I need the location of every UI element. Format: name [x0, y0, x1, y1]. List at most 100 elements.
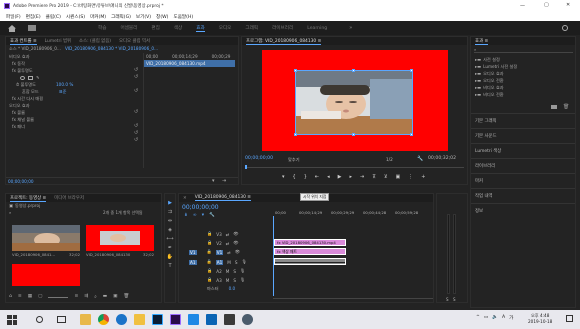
type-tool-icon[interactable]: T: [165, 263, 175, 269]
program-monitor-title[interactable]: 프로그램: VID_20180906_084130 ≡: [246, 38, 322, 45]
menu-graphics[interactable]: 그래픽(G): [111, 14, 131, 20]
tab-media-browser[interactable]: 미디어 브라우저: [54, 195, 84, 201]
workspace-tab-libraries[interactable]: 라이브러리: [272, 25, 293, 31]
sync-lock-icon[interactable]: ⇄: [226, 232, 230, 237]
mic-icon[interactable]: 🎙: [240, 268, 245, 274]
premiere-icon[interactable]: [170, 314, 181, 325]
fx-channel-volume[interactable]: fx 채널 볼륨: [6, 116, 140, 123]
sync-lock-icon[interactable]: ⇄: [227, 250, 231, 255]
add-button-icon[interactable]: +: [421, 174, 425, 180]
add-marker-icon[interactable]: ▾: [282, 174, 285, 180]
color-matte-item[interactable]: [12, 264, 80, 286]
volume-icon[interactable]: 🔈: [492, 315, 498, 321]
playhead[interactable]: [273, 216, 274, 296]
section-libraries[interactable]: 라이브러리: [471, 158, 575, 173]
fx-time-remap[interactable]: fx 시간 다시 매핑: [6, 95, 140, 102]
extract-icon[interactable]: ⊻: [384, 174, 388, 180]
solo-button[interactable]: S: [233, 278, 236, 283]
mark-in-icon[interactable]: {: [293, 174, 296, 180]
mail-icon[interactable]: [206, 314, 217, 325]
new-bin-icon[interactable]: ▬: [103, 294, 107, 302]
icon-view-icon[interactable]: ▦: [28, 294, 32, 302]
zoom-slider[interactable]: [48, 294, 69, 298]
selection-tool-icon[interactable]: ▶: [165, 200, 175, 206]
effects-folder[interactable]: ▸▬ 오디오 효과: [475, 70, 565, 77]
track-label[interactable]: A3: [216, 278, 222, 283]
tray-chevron-icon[interactable]: ^: [476, 315, 480, 321]
notification-icon[interactable]: [566, 315, 573, 322]
menu-file[interactable]: 파일(F): [6, 14, 21, 20]
steam-icon[interactable]: [242, 314, 253, 325]
transform-handle[interactable]: [352, 133, 355, 136]
track-lock-icon[interactable]: 🔒: [207, 277, 212, 283]
linked-selection-icon[interactable]: ∞: [193, 213, 197, 218]
track-select-tool-icon[interactable]: ⇉: [165, 209, 175, 215]
section-info[interactable]: 정보: [471, 203, 575, 218]
program-timecode[interactable]: 00;00;00;00: [245, 156, 273, 161]
lock-icon[interactable]: ⌂: [9, 294, 12, 302]
effects-folder[interactable]: ▸▬ 비디오 효과: [475, 84, 565, 91]
track-label[interactable]: V2: [216, 241, 222, 246]
workspace-tab-learning[interactable]: Learning: [307, 26, 327, 31]
eye-icon[interactable]: 👁: [235, 249, 240, 255]
video-frame[interactable]: [295, 70, 413, 135]
opacity-value[interactable]: 100.0 %: [56, 82, 73, 87]
resolution-dropdown[interactable]: 1/2: [386, 157, 393, 162]
camera-icon[interactable]: ▣: [396, 174, 401, 180]
reset-icon[interactable]: ↺: [134, 74, 140, 81]
timeline-ruler[interactable]: 00;00 00;00;14;29 00;00;29;29 00;00;44;2…: [273, 208, 433, 217]
fx-motion[interactable]: fx 동작: [6, 60, 140, 67]
section-history[interactable]: 작업 내역: [471, 188, 575, 203]
mark-out-icon[interactable]: }: [304, 174, 307, 180]
eye-icon[interactable]: 👁: [233, 231, 238, 237]
folder-icon[interactable]: [28, 25, 36, 31]
chrome-icon[interactable]: [98, 314, 109, 325]
snap-icon[interactable]: ⋔: [184, 213, 188, 218]
workspace-tab-assembly[interactable]: 어셈블리: [120, 25, 137, 31]
razor-tool-icon[interactable]: ◈: [165, 227, 175, 233]
automate-icon[interactable]: ⇶: [84, 294, 88, 302]
mute-button[interactable]: M: [226, 269, 230, 274]
reset-icon[interactable]: ↺: [134, 137, 140, 144]
mic-icon[interactable]: 🎙: [242, 259, 247, 265]
pen-tool-icon[interactable]: ✒: [165, 245, 175, 251]
solo-left-button[interactable]: S: [446, 297, 449, 302]
export-frame-icon[interactable]: ⇥: [222, 178, 226, 184]
tab-lumetri-scopes[interactable]: Lumetri 범위: [45, 38, 71, 44]
menu-window[interactable]: 창(W): [156, 14, 168, 20]
search-icon[interactable]: [36, 316, 43, 323]
timeline-timecode[interactable]: 00;00;00;00: [182, 204, 219, 211]
language-indicator[interactable]: A: [502, 315, 505, 321]
section-markers[interactable]: 마커: [471, 173, 575, 188]
menu-clip[interactable]: 클립(C): [46, 14, 61, 20]
close-button[interactable]: ✕: [566, 2, 570, 8]
solo-button[interactable]: S: [233, 269, 236, 274]
track-lock-icon[interactable]: 🔒: [207, 240, 212, 246]
wrench-icon[interactable]: 🔧: [417, 156, 423, 162]
play-icon[interactable]: ▶: [338, 174, 342, 180]
source-patch-v1[interactable]: V1: [189, 249, 197, 255]
sequence-tab[interactable]: VID_20180906_084130 ≡: [194, 195, 251, 201]
rect-mask-icon[interactable]: [28, 75, 33, 80]
photoshop-icon[interactable]: [152, 314, 163, 325]
search-icon[interactable]: [562, 25, 568, 31]
delete-icon[interactable]: 🗑: [563, 104, 569, 110]
playhead-marker[interactable]: [245, 165, 247, 169]
new-item-icon[interactable]: ▣: [113, 294, 117, 302]
windows-start-icon[interactable]: [7, 314, 17, 325]
hand-tool-icon[interactable]: ✋: [165, 254, 175, 260]
source-patch-a1[interactable]: A1: [189, 259, 197, 265]
track-lock-icon[interactable]: 🔒: [207, 231, 212, 237]
section-essential-sound[interactable]: 기본 사운드: [471, 128, 575, 143]
reset-icon[interactable]: ↺: [134, 67, 140, 74]
mute-button[interactable]: M: [227, 260, 231, 265]
solo-button[interactable]: S: [235, 260, 238, 265]
slip-tool-icon[interactable]: ⟷: [165, 236, 175, 242]
transform-handle[interactable]: [294, 133, 297, 136]
track-label[interactable]: A2: [216, 269, 222, 274]
minimize-button[interactable]: —: [520, 3, 525, 9]
mini-clip-bar[interactable]: VID_20180906_084130.mp4: [144, 60, 235, 67]
clip-label[interactable]: VID_20180906_084130 * VID_20180906_0...: [65, 46, 158, 51]
explorer-folder-icon[interactable]: [134, 314, 145, 325]
edge-icon[interactable]: [116, 314, 127, 325]
